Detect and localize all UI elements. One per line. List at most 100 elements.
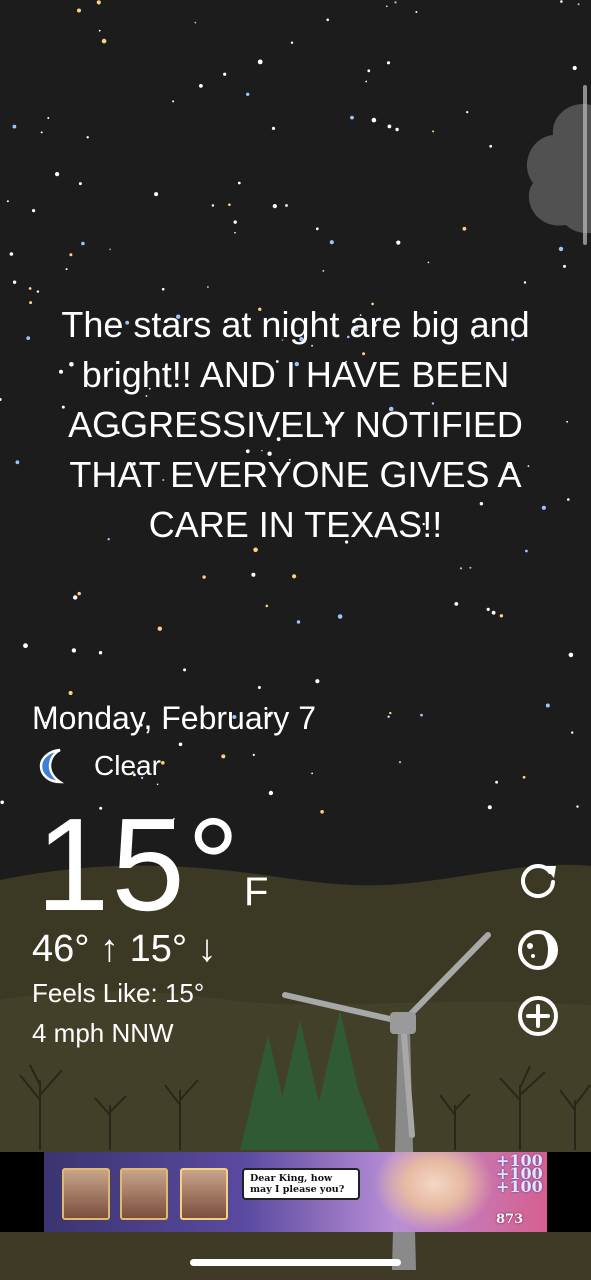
star <box>311 772 313 775</box>
star <box>389 711 392 715</box>
add-button[interactable] <box>516 994 560 1038</box>
star <box>154 192 159 197</box>
star <box>398 761 402 764</box>
star <box>77 591 81 596</box>
star <box>495 780 498 784</box>
ad-banner[interactable]: Dear King, how may I please you? +100 +10… <box>0 1152 591 1232</box>
star <box>459 567 463 570</box>
star <box>234 231 236 234</box>
condition-row: Clear <box>38 748 161 784</box>
add-icon <box>518 996 558 1036</box>
ad-avatar-3 <box>180 1168 228 1220</box>
star <box>394 1 397 4</box>
star <box>558 246 564 252</box>
home-indicator[interactable] <box>190 1259 401 1266</box>
star <box>73 595 78 600</box>
star <box>322 269 325 272</box>
star <box>395 127 399 132</box>
star <box>161 761 165 765</box>
star <box>178 742 183 747</box>
star <box>221 754 226 759</box>
star <box>290 41 294 44</box>
star <box>432 130 435 133</box>
star <box>101 38 107 44</box>
star <box>71 648 77 653</box>
star <box>183 668 187 672</box>
star <box>491 610 496 615</box>
star <box>98 651 103 655</box>
star <box>271 126 276 130</box>
star <box>47 117 50 119</box>
ad-character-image <box>374 1152 494 1232</box>
star <box>109 248 111 251</box>
star <box>272 204 277 209</box>
star <box>367 69 371 73</box>
ad-creative[interactable]: Dear King, how may I please you? +100 +10… <box>44 1152 547 1232</box>
star <box>81 241 85 246</box>
star <box>320 810 324 814</box>
star <box>285 204 288 207</box>
star <box>466 111 469 114</box>
star <box>396 240 401 245</box>
star <box>237 181 241 185</box>
moon-icon <box>39 748 65 784</box>
moon-phase-button[interactable] <box>516 928 560 972</box>
star <box>499 614 504 618</box>
refresh-icon <box>521 864 556 899</box>
star <box>522 775 526 779</box>
star <box>523 281 527 284</box>
star <box>96 0 101 5</box>
star <box>257 59 263 65</box>
star <box>315 679 320 684</box>
star <box>12 124 17 129</box>
star <box>251 572 256 577</box>
star <box>525 549 528 553</box>
star <box>454 602 459 606</box>
star <box>223 72 227 76</box>
star <box>337 614 343 619</box>
refresh-button[interactable] <box>516 858 560 902</box>
star <box>233 220 237 224</box>
star <box>0 800 4 805</box>
star <box>469 566 472 569</box>
star <box>6 200 9 203</box>
star <box>371 117 377 123</box>
star <box>199 84 203 88</box>
star <box>560 0 563 3</box>
star <box>31 209 36 213</box>
star <box>462 226 467 231</box>
star <box>172 100 175 103</box>
star <box>257 686 261 689</box>
star <box>15 460 20 465</box>
star <box>571 731 574 734</box>
star <box>161 287 165 291</box>
star <box>246 92 250 97</box>
scrollbar[interactable] <box>583 85 587 245</box>
star <box>415 11 418 13</box>
moon-phase-icon <box>518 930 558 970</box>
star <box>427 261 430 264</box>
star <box>228 203 231 206</box>
star <box>577 3 580 6</box>
star <box>386 5 388 8</box>
star <box>28 287 32 290</box>
star <box>487 805 492 810</box>
star <box>69 253 73 257</box>
star <box>315 227 319 231</box>
headline-text: The stars at night are big and bright!! … <box>61 304 530 545</box>
star <box>36 290 40 293</box>
ad-avatar-2 <box>120 1168 168 1220</box>
temperature-value: 15° <box>36 791 242 938</box>
star <box>40 131 43 134</box>
star <box>202 575 206 579</box>
feels-like-label: Feels Like: 15° <box>32 978 205 1008</box>
star <box>157 626 162 631</box>
ad-speech-bubble: Dear King, how may I please you? <box>242 1168 360 1200</box>
star <box>420 713 423 717</box>
star <box>292 574 297 579</box>
star <box>265 604 269 608</box>
star <box>350 115 354 120</box>
star <box>86 136 89 139</box>
star <box>576 805 579 808</box>
star <box>545 703 550 708</box>
